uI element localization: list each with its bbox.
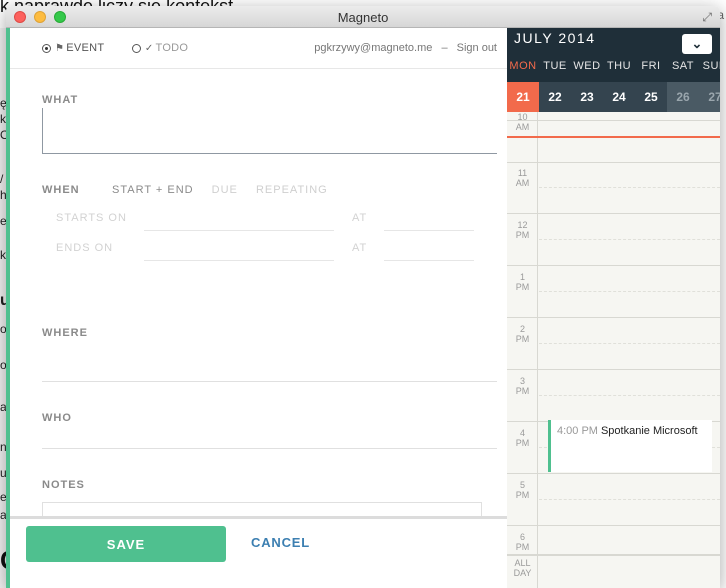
what-input[interactable] — [42, 108, 497, 154]
account-bar: pgkrzywy@magneto.me – Sign out — [308, 42, 497, 54]
item-type-selector: ⚑ EVENT ✓ TODO — [42, 42, 212, 56]
date-cell[interactable]: 26 — [667, 82, 699, 112]
type-option-event[interactable]: ⚑ EVENT — [42, 42, 104, 54]
hour-gridline — [507, 265, 720, 266]
fullscreen-icon[interactable]: ⤢ — [702, 10, 712, 25]
cancel-button[interactable]: CANCEL — [251, 535, 310, 550]
weekday-label: WED — [573, 60, 601, 72]
separator: – — [441, 42, 448, 54]
month-title: JULY 2014 — [514, 30, 596, 46]
weekday-label: SUN — [702, 60, 720, 72]
weekday-label: FRI — [641, 60, 661, 72]
starts-on-label: STARTS ON — [56, 212, 127, 224]
background-fragment: / — [0, 172, 4, 186]
date-cell-today[interactable]: 21 — [507, 82, 539, 112]
day-calendar: JULY 2014 ⌄ MON TUE WED THU FRI SAT SUN … — [507, 28, 720, 588]
half-hour-gridline — [539, 291, 720, 292]
where-label: WHERE — [42, 327, 88, 339]
hour-label: 3 PM — [515, 376, 530, 396]
title-bar[interactable]: Magneto ⤢ — [6, 6, 720, 28]
user-email: pgkrzywy@magneto.me — [314, 42, 433, 54]
event-form: ⚑ EVENT ✓ TODO pgkrzywy@magneto.me – Sig… — [6, 28, 507, 588]
magneto-window: Magneto ⤢ ⚑ EVENT ✓ TODO pgkrzywy@magnet… — [6, 6, 720, 588]
date-cell[interactable]: 25 — [635, 82, 667, 112]
end-time-field[interactable] — [384, 260, 474, 261]
screen: k naprawdę liczy się kontekst ę k O / h … — [0, 0, 726, 588]
tab-start-end[interactable]: START + END — [112, 184, 194, 196]
calendar-header: JULY 2014 ⌄ MON TUE WED THU FRI SAT SUN … — [507, 28, 720, 112]
start-at-label: AT — [352, 212, 368, 224]
type-option-label: EVENT — [66, 42, 105, 54]
sign-out-link[interactable]: Sign out — [457, 42, 497, 54]
divider — [6, 68, 507, 69]
radio-unselected-icon — [131, 43, 141, 53]
hour-gridline — [507, 525, 720, 526]
when-label: WHEN — [42, 184, 80, 196]
form-footer: SAVE CANCEL — [6, 516, 507, 588]
hour-gridline — [507, 473, 720, 474]
event-title: Spotkanie Microsoft — [600, 425, 698, 437]
hour-label: 5 PM — [515, 480, 530, 500]
hour-gridline — [507, 120, 720, 121]
hour-label: 6 PM — [515, 532, 530, 552]
date-cell[interactable]: 27 — [699, 82, 720, 112]
notes-label: NOTES — [42, 479, 85, 491]
window-title: Magneto — [337, 10, 389, 25]
date-cell[interactable]: 23 — [571, 82, 603, 112]
end-at-label: AT — [352, 242, 368, 254]
what-label: WHAT — [42, 94, 79, 106]
hour-label: 11 AM — [515, 168, 530, 188]
tab-due[interactable]: DUE — [212, 184, 238, 196]
half-hour-gridline — [539, 499, 720, 500]
date-cell[interactable]: 24 — [603, 82, 635, 112]
hour-label: 4 PM — [515, 428, 530, 448]
accent-strip — [6, 28, 10, 588]
hour-gridline — [507, 162, 720, 163]
ends-on-label: ENDS ON — [56, 242, 114, 254]
hour-gridline — [507, 369, 720, 370]
hour-label: 2 PM — [515, 324, 530, 344]
weekday-label: MON — [509, 60, 537, 72]
hour-gridline — [507, 317, 720, 318]
half-hour-gridline — [539, 239, 720, 240]
flag-icon: ⚑ — [55, 42, 65, 54]
radio-selected-icon — [42, 43, 51, 53]
who-input[interactable] — [42, 448, 497, 449]
all-day-label: ALL DAY — [513, 558, 532, 578]
type-option-todo[interactable]: ✓ TODO — [131, 42, 189, 54]
hour-label: 1 PM — [515, 272, 530, 292]
type-option-label: TODO — [155, 42, 189, 54]
ends-on-date-field[interactable] — [144, 260, 334, 261]
date-row: 21 22 23 24 25 26 27 — [507, 82, 720, 112]
when-tabs: START + END DUE REPEATING — [112, 184, 342, 196]
hour-label: 12 PM — [515, 220, 530, 240]
hour-gridline — [507, 213, 720, 214]
save-button[interactable]: SAVE — [26, 526, 226, 562]
who-label: WHO — [42, 412, 72, 424]
weekday-label: TUE — [543, 60, 567, 72]
tab-repeating[interactable]: REPEATING — [256, 184, 328, 196]
hour-label: 10 AM — [515, 112, 530, 132]
weekday-row: MON TUE WED THU FRI SAT SUN — [507, 60, 720, 80]
event-time: 4:00 PM — [557, 425, 598, 437]
half-hour-gridline — [539, 187, 720, 188]
weekday-label: THU — [606, 60, 632, 72]
current-time-line — [507, 136, 720, 138]
month-dropdown-button[interactable]: ⌄ — [682, 34, 712, 54]
start-time-field[interactable] — [384, 230, 474, 231]
where-input[interactable] — [42, 381, 497, 382]
weekday-label: SAT — [671, 60, 695, 72]
calendar-event[interactable]: 4:00 PM Spotkanie Microsoft — [548, 420, 712, 472]
starts-on-date-field[interactable] — [144, 230, 334, 231]
chevron-down-icon: ⌄ — [691, 36, 703, 51]
half-hour-gridline — [539, 395, 720, 396]
all-day-divider — [507, 554, 720, 556]
half-hour-gridline — [539, 343, 720, 344]
date-cell[interactable]: 22 — [539, 82, 571, 112]
check-circle-icon: ✓ — [144, 42, 154, 54]
